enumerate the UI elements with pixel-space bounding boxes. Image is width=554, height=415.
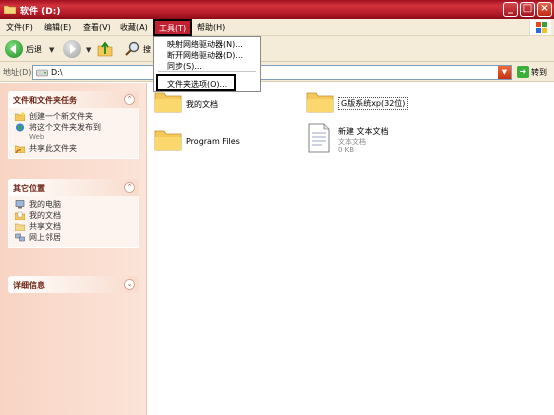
- new-folder-icon: [15, 112, 25, 121]
- panel-body: 创建一个新文件夹 将这个文件夹发布到 Web 共享此文件夹: [8, 108, 139, 159]
- task-label: 共享此文件夹: [29, 144, 77, 153]
- expand-chevron-icon[interactable]: ⌄: [124, 279, 135, 290]
- place-my-computer[interactable]: 我的电脑: [9, 199, 138, 210]
- folder-icon: [154, 92, 182, 113]
- my-documents-icon: [15, 211, 25, 220]
- menu-item-map-network-drive[interactable]: 映射网络驱动器(N)...: [167, 39, 243, 50]
- task-pane: 文件和文件夹任务 ⌃ 创建一个新文件夹 将这个文件夹发布到 Web 共享此文件夹…: [0, 83, 147, 415]
- menu-item-folder-options[interactable]: 文件夹选项(O)...: [167, 79, 227, 90]
- shared-documents-icon: [15, 223, 25, 231]
- panel-title: 文件和文件夹任务: [13, 96, 77, 105]
- panel-header[interactable]: 详细信息 ⌄: [8, 276, 139, 293]
- drive-icon: [36, 69, 48, 77]
- place-label: 我的电脑: [29, 200, 61, 209]
- panel-header[interactable]: 文件和文件夹任务 ⌃: [8, 91, 139, 108]
- place-label: 共享文档: [29, 222, 61, 231]
- text-document-icon: [308, 123, 330, 153]
- task-label: 将这个文件夹发布到: [29, 123, 101, 132]
- back-arrow-icon[interactable]: [5, 40, 23, 58]
- search-icon[interactable]: [125, 41, 141, 57]
- file-list: 我的文档 G版系统xp(32位) Program Files 新建 文本文档 文…: [148, 83, 554, 415]
- collapse-chevron-icon[interactable]: ⌃: [124, 182, 135, 193]
- title-bar: 软件 (D:) _ □ ×: [0, 0, 554, 19]
- file-size: 0 KB: [338, 146, 355, 154]
- task-publish-web[interactable]: 将这个文件夹发布到: [9, 122, 138, 133]
- place-label: 网上邻居: [29, 233, 61, 242]
- file-item-new-text-document[interactable]: 新建 文本文档 文本文档 0 KB: [308, 123, 468, 163]
- menu-separator: [158, 71, 256, 72]
- go-button[interactable]: 转到: [531, 67, 547, 78]
- file-name: 我的文档: [186, 100, 218, 109]
- menu-tools[interactable]: 工具(T): [153, 19, 193, 36]
- search-button-label[interactable]: 搜: [143, 44, 151, 55]
- tools-dropdown-menu: 映射网络驱动器(N)... 断开网络驱动器(D)... 同步(S)... 文件夹…: [153, 36, 261, 92]
- folder-icon: [154, 130, 182, 151]
- task-label: 创建一个新文件夹: [29, 112, 93, 121]
- network-places-icon: [15, 233, 25, 242]
- web-publish-icon: [15, 123, 25, 132]
- address-value: D:\: [51, 68, 63, 77]
- panel-title: 其它位置: [13, 184, 45, 193]
- menu-file[interactable]: 文件(F): [6, 22, 33, 33]
- place-network[interactable]: 网上邻居: [9, 232, 138, 243]
- minimize-button[interactable]: _: [503, 2, 518, 17]
- file-item-program-files[interactable]: Program Files: [154, 127, 294, 167]
- task-share-folder[interactable]: 共享此文件夹: [9, 143, 138, 154]
- place-my-documents[interactable]: 我的文档: [9, 210, 138, 221]
- menu-bar: 文件(F) 编辑(E) 查看(V) 收藏(A) 工具(T) 帮助(H): [0, 19, 554, 36]
- panel-title: 详细信息: [13, 281, 45, 290]
- windows-logo-icon: [529, 20, 551, 35]
- share-folder-icon: [15, 145, 25, 153]
- menu-edit[interactable]: 编辑(E): [44, 22, 71, 33]
- back-button-label[interactable]: 后退: [26, 44, 42, 55]
- place-label: 我的文档: [29, 211, 61, 220]
- go-arrow-icon[interactable]: ➜: [517, 66, 529, 78]
- folder-icon: [306, 92, 334, 113]
- task-sublabel[interactable]: Web: [9, 133, 138, 143]
- maximize-button[interactable]: □: [520, 2, 535, 17]
- place-shared-documents[interactable]: 共享文档: [9, 221, 138, 232]
- details-panel: 详细信息 ⌄: [8, 276, 139, 293]
- up-folder-icon[interactable]: [97, 41, 113, 57]
- forward-dropdown-icon[interactable]: ▼: [86, 46, 91, 54]
- file-item-my-documents[interactable]: 我的文档: [154, 89, 294, 129]
- panel-header[interactable]: 其它位置 ⌃: [8, 179, 139, 196]
- menu-view[interactable]: 查看(V): [83, 22, 111, 33]
- my-computer-icon: [15, 200, 25, 209]
- forward-arrow-icon[interactable]: [63, 40, 81, 58]
- panel-body: 我的电脑 我的文档 共享文档 网上邻居: [8, 196, 139, 248]
- menu-item-disconnect-network-drive[interactable]: 断开网络驱动器(D)...: [167, 50, 243, 61]
- file-name: Program Files: [186, 137, 240, 146]
- address-bar: 地址(D) D:\ ▼ ➜ 转到: [0, 62, 554, 82]
- file-folder-tasks-panel: 文件和文件夹任务 ⌃ 创建一个新文件夹 将这个文件夹发布到 Web 共享此文件夹: [8, 91, 139, 159]
- collapse-chevron-icon[interactable]: ⌃: [124, 94, 135, 105]
- file-name: G版系统xp(32位): [338, 97, 409, 110]
- toolbar: 后退 ▼ ▼ 搜: [0, 36, 554, 62]
- close-button[interactable]: ×: [537, 2, 552, 17]
- address-input[interactable]: D:\ ▼: [32, 65, 512, 80]
- file-name: 新建 文本文档: [338, 127, 389, 136]
- folder-icon: [4, 5, 16, 14]
- address-label: 地址(D): [3, 68, 32, 77]
- back-dropdown-icon[interactable]: ▼: [49, 46, 54, 54]
- other-places-panel: 其它位置 ⌃ 我的电脑 我的文档 共享文档 网上邻居: [8, 179, 139, 248]
- address-dropdown-icon[interactable]: ▼: [498, 66, 511, 79]
- window-title: 软件 (D:): [20, 7, 61, 17]
- task-new-folder[interactable]: 创建一个新文件夹: [9, 111, 138, 122]
- menu-favorites[interactable]: 收藏(A): [120, 22, 148, 33]
- menu-help[interactable]: 帮助(H): [197, 22, 225, 33]
